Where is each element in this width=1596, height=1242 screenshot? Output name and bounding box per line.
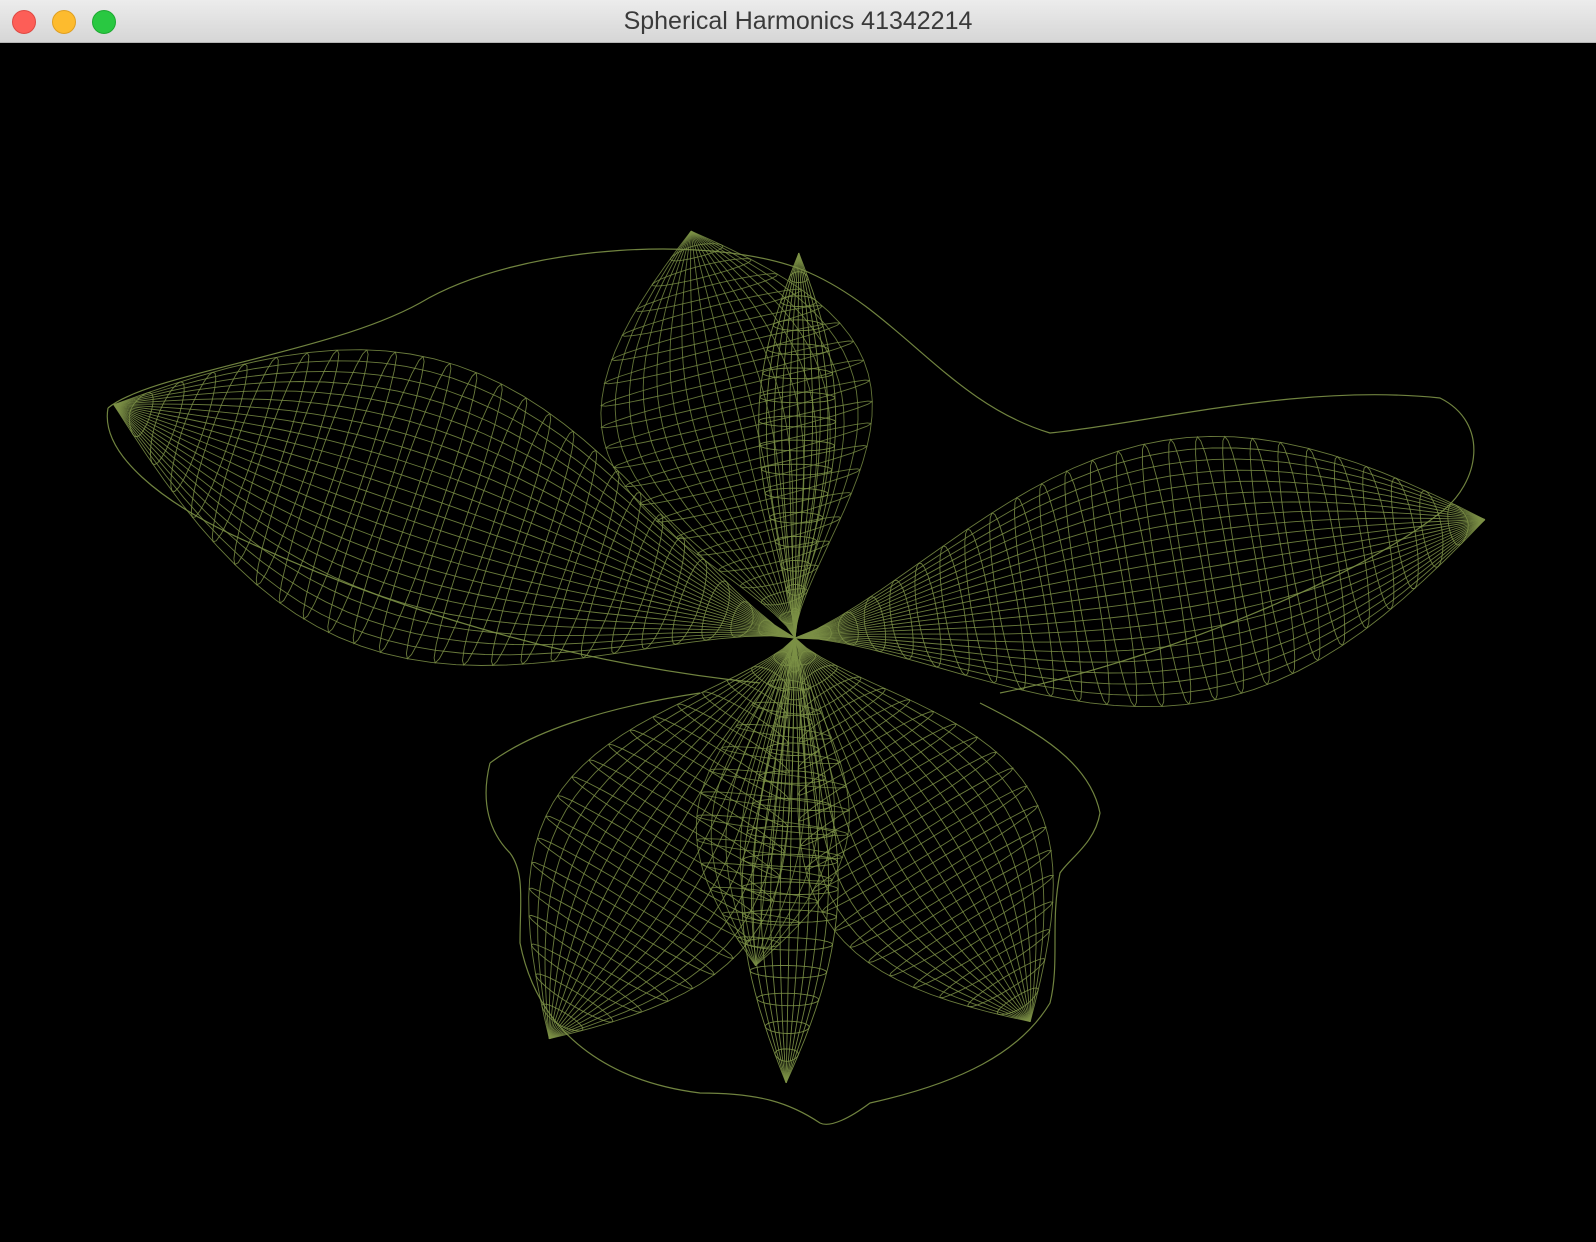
app-window: Spherical Harmonics 41342214	[0, 0, 1596, 1242]
close-icon[interactable]	[12, 10, 36, 34]
minimize-icon[interactable]	[52, 10, 76, 34]
maximize-icon[interactable]	[92, 10, 116, 34]
mesh-line	[794, 519, 1486, 696]
mesh-line	[794, 637, 1031, 1022]
mesh-line	[758, 252, 800, 639]
render-viewport[interactable]	[0, 43, 1596, 1242]
mesh-line	[113, 404, 796, 646]
mesh-line	[794, 491, 1485, 639]
mesh-line	[794, 510, 1485, 639]
spherical-harmonic-wireframe	[106, 230, 1486, 1125]
title-bar[interactable]: Spherical Harmonics 41342214	[0, 0, 1596, 43]
mesh-line	[113, 360, 796, 639]
mesh-line	[794, 501, 1485, 639]
window-title: Spherical Harmonics 41342214	[623, 7, 973, 35]
mesh-line	[794, 458, 1486, 639]
